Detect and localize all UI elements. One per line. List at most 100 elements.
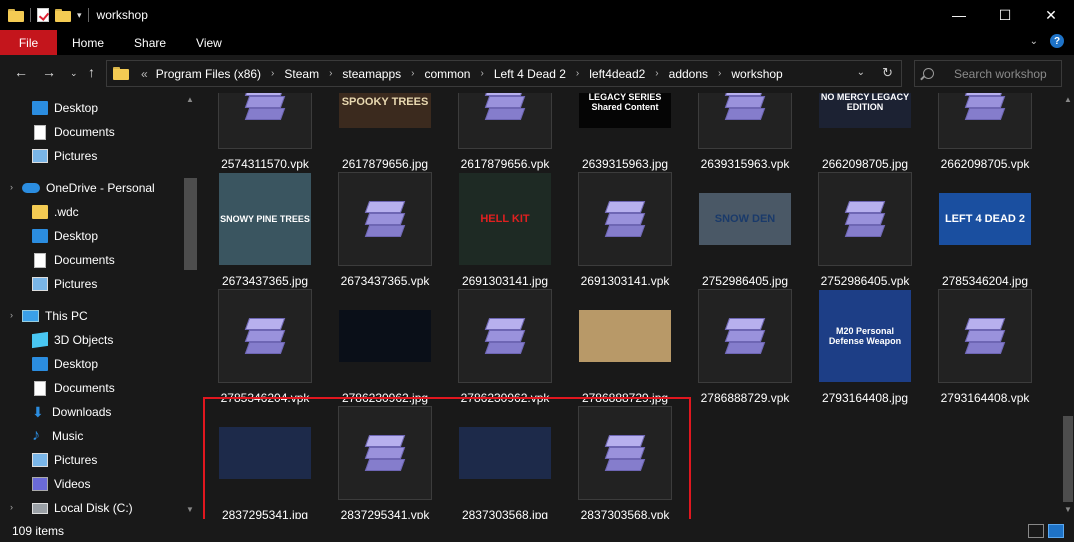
overflow-chevron-icon[interactable]: « bbox=[141, 67, 148, 81]
sidebar-item-3d-objects[interactable]: 3D Objects bbox=[32, 328, 113, 352]
tab-share[interactable]: Share bbox=[119, 30, 181, 55]
sidebar-item-desktop[interactable]: Desktop bbox=[32, 352, 98, 376]
vpk-stack-icon bbox=[604, 199, 646, 239]
file-item[interactable]: SNOW DEN 2752986405.jpg bbox=[688, 172, 798, 292]
content-scrollbar-thumb[interactable] bbox=[1063, 416, 1073, 502]
scroll-down-icon[interactable]: ▼ bbox=[1064, 505, 1072, 514]
file-item[interactable]: 2793164408.vpk bbox=[928, 289, 1038, 409]
file-name: 2752986405.jpg bbox=[701, 274, 789, 288]
file-item[interactable]: 2752986405.vpk bbox=[808, 172, 918, 292]
breadcrumb-item[interactable]: common › bbox=[424, 67, 493, 81]
sidebar-item-videos[interactable]: Videos bbox=[32, 472, 90, 496]
file-item[interactable]: NO MERCY LEGACY EDITION 2662098705.jpg bbox=[808, 93, 918, 175]
refresh-icon[interactable]: ↻ bbox=[882, 65, 893, 81]
breadcrumb-chevron-icon[interactable]: › bbox=[480, 68, 483, 79]
vpk-file-icon bbox=[458, 93, 552, 149]
help-icon[interactable]: ? bbox=[1050, 34, 1064, 48]
sidebar-item-pictures[interactable]: Pictures bbox=[32, 448, 97, 472]
file-item[interactable]: LEFT 4 DEAD 2 2785346204.jpg bbox=[928, 172, 1038, 292]
sidebar-item-music[interactable]: ♪ Music bbox=[32, 424, 83, 448]
large-icons-view-icon[interactable] bbox=[1048, 524, 1064, 538]
file-item[interactable]: LEGACY SERIES Shared Content 2639315963.j… bbox=[568, 93, 678, 175]
file-item[interactable]: 2786888729.vpk bbox=[688, 289, 798, 409]
file-item[interactable]: 2785346204.vpk bbox=[208, 289, 318, 409]
breadcrumb-item[interactable]: Program Files (x86) › bbox=[156, 67, 285, 81]
file-item[interactable]: 2574311570.vpk bbox=[208, 93, 318, 175]
address-bar[interactable]: « Program Files (x86) › Steam › steamapps › co… bbox=[106, 60, 902, 87]
pictures-icon bbox=[32, 277, 48, 291]
sidebar-item-wdc[interactable]: .wdc bbox=[32, 200, 79, 224]
tab-view[interactable]: View bbox=[181, 30, 237, 55]
this-pc-icon bbox=[22, 310, 39, 322]
file-item[interactable]: SPOOKY TREES 2617879656.jpg bbox=[328, 93, 438, 175]
breadcrumb-item[interactable]: workshop bbox=[731, 67, 782, 81]
up-arrow-icon[interactable]: ↑ bbox=[88, 64, 95, 80]
sidebar-item-documents[interactable]: Documents bbox=[32, 248, 115, 272]
sidebar-item-desktop[interactable]: Desktop bbox=[32, 224, 98, 248]
breadcrumb-item[interactable]: Left 4 Dead 2 › bbox=[494, 67, 589, 81]
scroll-up-icon[interactable]: ▲ bbox=[1064, 95, 1072, 104]
breadcrumb-chevron-icon[interactable]: › bbox=[576, 68, 579, 79]
breadcrumb-chevron-icon[interactable]: › bbox=[718, 68, 721, 79]
breadcrumb-item[interactable]: steamapps › bbox=[342, 67, 424, 81]
thumbnail-art bbox=[579, 310, 671, 362]
pictures-icon bbox=[32, 453, 48, 467]
file-name: 2617879656.vpk bbox=[460, 157, 550, 171]
file-item[interactable]: 2786888729.jpg bbox=[568, 289, 678, 409]
breadcrumb-chevron-icon[interactable]: › bbox=[271, 68, 274, 79]
breadcrumb-chevron-icon[interactable]: › bbox=[655, 68, 658, 79]
file-item[interactable]: 2673437365.vpk bbox=[328, 172, 438, 292]
nav-scroll-down-icon[interactable]: ▼ bbox=[186, 505, 194, 514]
properties-icon[interactable] bbox=[37, 8, 49, 22]
maximize-button[interactable]: ☐ bbox=[982, 0, 1028, 30]
nav-scrollbar-thumb[interactable] bbox=[184, 178, 197, 270]
sidebar-item-documents[interactable]: Documents bbox=[32, 376, 115, 400]
breadcrumb: Program Files (x86) › Steam › steamapps › comm… bbox=[156, 67, 783, 81]
file-item[interactable]: M20 Personal Defense Weapon 2793164408.jp… bbox=[808, 289, 918, 409]
file-item[interactable]: 2617879656.vpk bbox=[448, 93, 558, 175]
divider bbox=[30, 8, 31, 22]
back-arrow-icon[interactable]: ← bbox=[14, 64, 28, 80]
search-input[interactable]: Search workshop bbox=[914, 60, 1062, 87]
breadcrumb-chevron-icon[interactable]: › bbox=[329, 68, 332, 79]
window-controls: — ☐ ✕ bbox=[936, 0, 1074, 30]
new-folder-icon[interactable] bbox=[55, 8, 71, 22]
expand-ribbon-icon[interactable]: ⌄ bbox=[1030, 36, 1038, 47]
file-item[interactable]: 2662098705.vpk bbox=[928, 93, 1038, 175]
breadcrumb-item[interactable]: left4dead2 › bbox=[589, 67, 668, 81]
close-button[interactable]: ✕ bbox=[1028, 0, 1074, 30]
expand-chevron-icon[interactable]: › bbox=[10, 310, 13, 320]
file-item[interactable]: 2691303141.vpk bbox=[568, 172, 678, 292]
vpk-file-icon bbox=[338, 172, 432, 266]
forward-arrow-icon[interactable]: → bbox=[42, 64, 56, 80]
window-title: workshop bbox=[96, 8, 148, 22]
tab-home[interactable]: Home bbox=[57, 30, 119, 55]
sidebar-item-documents[interactable]: Documents bbox=[32, 120, 115, 144]
item-count: 109 items bbox=[12, 523, 65, 538]
file-item[interactable]: SNOWY PINE TREES 2673437365.jpg bbox=[208, 172, 318, 292]
customize-dropdown-icon[interactable]: ▾ bbox=[77, 10, 82, 21]
file-item[interactable]: HELL KIT 2691303141.jpg bbox=[448, 172, 558, 292]
sidebar-item-pictures[interactable]: Pictures bbox=[32, 144, 97, 168]
status-bar: 109 items bbox=[0, 519, 1074, 542]
breadcrumb-item[interactable]: addons › bbox=[669, 67, 732, 81]
expand-chevron-icon[interactable]: › bbox=[10, 182, 13, 192]
sidebar-item-downloads[interactable]: ⬇ Downloads bbox=[32, 400, 111, 424]
sidebar-item-this-pc[interactable]: This PC bbox=[22, 304, 88, 328]
file-item[interactable]: 2786230962.vpk bbox=[448, 289, 558, 409]
details-view-icon[interactable] bbox=[1028, 524, 1044, 538]
breadcrumb-item[interactable]: Steam › bbox=[284, 67, 342, 81]
sidebar-item-pictures[interactable]: Pictures bbox=[32, 272, 97, 296]
recent-locations-icon[interactable]: ⌄ bbox=[70, 68, 78, 79]
sidebar-item-local-disk-c[interactable]: Local Disk (C:) bbox=[32, 496, 133, 519]
minimize-button[interactable]: — bbox=[936, 0, 982, 30]
expand-chevron-icon[interactable]: › bbox=[10, 502, 13, 512]
address-dropdown-icon[interactable]: ⌄ bbox=[857, 67, 865, 78]
sidebar-item-onedrive-personal[interactable]: OneDrive - Personal bbox=[22, 176, 155, 200]
tab-file[interactable]: File bbox=[0, 30, 57, 55]
nav-scroll-up-icon[interactable]: ▲ bbox=[186, 95, 194, 104]
file-item[interactable]: 2639315963.vpk bbox=[688, 93, 798, 175]
sidebar-item-desktop[interactable]: Desktop bbox=[32, 96, 98, 120]
breadcrumb-chevron-icon[interactable]: › bbox=[411, 68, 414, 79]
file-item[interactable]: 2786230962.jpg bbox=[328, 289, 438, 409]
